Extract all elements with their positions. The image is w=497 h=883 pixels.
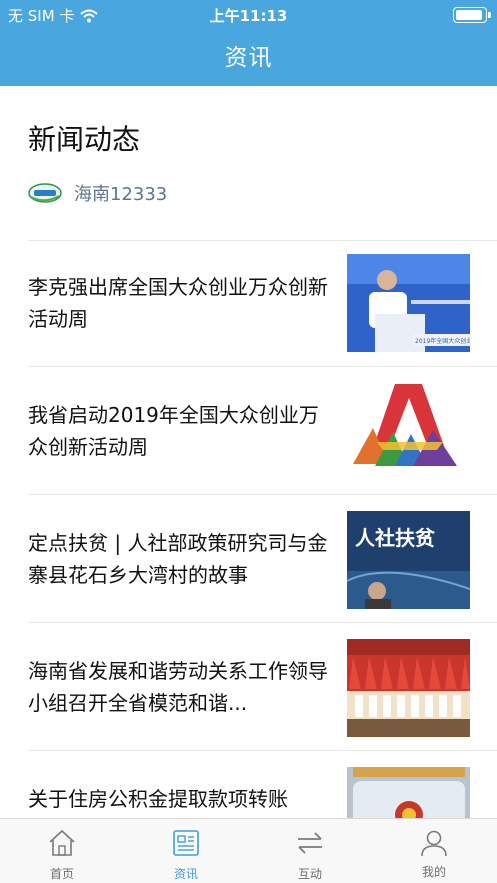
exchange-icon bbox=[298, 832, 322, 854]
news-item[interactable]: 李克强出席全国大众创业万众创新活动周 2019年全国大众创业万众创新 bbox=[0, 241, 497, 369]
source-row[interactable]: 海南12333 bbox=[28, 180, 167, 206]
news-item[interactable]: 我省启动2019年全国大众创业万众创新活动周 bbox=[0, 367, 497, 495]
news-title: 关于住房公积金提取款项转账 bbox=[28, 787, 288, 811]
tab-profile[interactable]: 我的 bbox=[372, 819, 496, 883]
battery-icon bbox=[453, 7, 491, 23]
tab-label: 互动 bbox=[297, 867, 322, 881]
thumbnail-poverty-text: 人社扶贫 bbox=[355, 526, 436, 550]
tab-label: 首页 bbox=[49, 867, 74, 881]
tab-home[interactable]: 首页 bbox=[0, 819, 124, 883]
status-time: 上午11:13 bbox=[209, 7, 288, 25]
news-thumbnail-poverty: 人社扶贫 bbox=[347, 511, 470, 609]
thumbnail-banner-text: 2019年全国大众创业万众创新 bbox=[415, 337, 470, 345]
news-thumbnail-ceremony bbox=[347, 639, 470, 737]
news-item[interactable]: 海南省发展和谐劳动关系工作领导小组召开全省模范和谐... bbox=[0, 623, 497, 751]
tab-interact[interactable]: 互动 bbox=[248, 819, 372, 883]
tab-label: 我的 bbox=[421, 865, 446, 879]
news-title: 我省启动2019年全国大众创业万众创新活动周 bbox=[28, 403, 319, 459]
tab-label: 资讯 bbox=[173, 867, 198, 881]
news-thumbnail-logo bbox=[347, 380, 470, 478]
status-bar: 无 SIM 卡 上午11:13 bbox=[0, 0, 497, 28]
user-icon bbox=[421, 830, 447, 857]
news-icon bbox=[173, 830, 199, 856]
page-title: 资讯 bbox=[224, 45, 273, 71]
news-title: 李克强出席全国大众创业万众创新活动周 bbox=[28, 275, 328, 331]
news-item[interactable]: 定点扶贫 | 人社部政策研究司与金寨县花石乡大湾村的故事 人社扶贫 bbox=[0, 495, 497, 623]
app-header: 无 SIM 卡 上午11:13 资讯 bbox=[0, 0, 497, 86]
news-title: 海南省发展和谐劳动关系工作领导小组召开全省模范和谐... bbox=[28, 659, 328, 715]
source-name: 海南12333 bbox=[74, 184, 168, 205]
news-thumbnail-premier: 2019年全国大众创业万众创新 bbox=[347, 254, 470, 352]
news-title: 定点扶贫 | 人社部政策研究司与金寨县花石乡大湾村的故事 bbox=[28, 531, 328, 587]
section-title: 新闻动态 bbox=[28, 123, 141, 156]
tab-bar: 首页 资讯 互动 我的 bbox=[0, 818, 497, 883]
tab-news[interactable]: 资讯 bbox=[124, 819, 248, 883]
hainan-12333-logo-icon bbox=[28, 183, 62, 203]
home-icon bbox=[49, 829, 75, 856]
